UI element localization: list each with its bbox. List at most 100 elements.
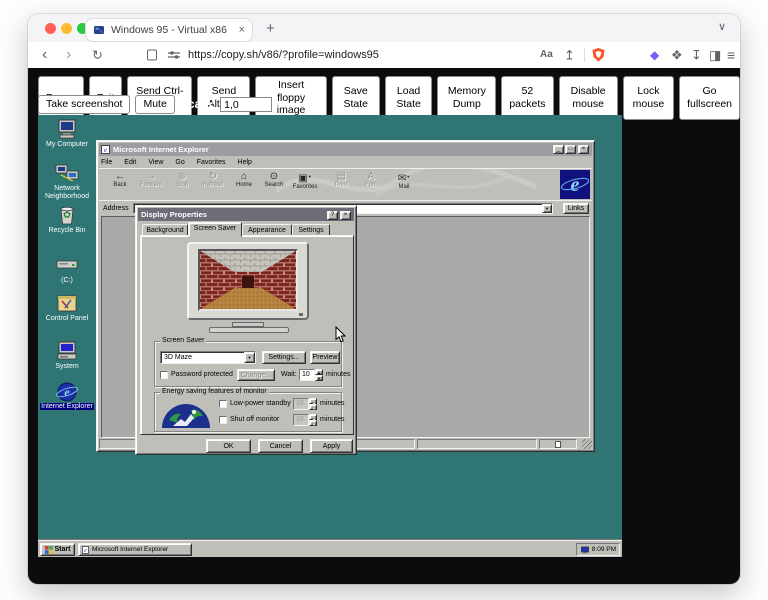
computer-icon	[55, 119, 79, 139]
maximize-icon[interactable]: □	[565, 145, 576, 154]
task-button-ie[interactable]: e Microsoft Internet Explorer	[78, 543, 192, 556]
desktop-icon-network[interactable]: Network Neighborhood	[40, 163, 94, 201]
menu-help[interactable]: Help	[238, 159, 252, 166]
print-button[interactable]: ▤ Print	[326, 171, 356, 188]
change-button[interactable]: Change...	[237, 369, 275, 381]
mail-button[interactable]: ✉▼ Mail	[389, 171, 419, 190]
disable-mouse-button[interactable]: Disable mouse	[559, 76, 618, 120]
apply-button[interactable]: Apply	[310, 439, 353, 453]
ok-button[interactable]: OK	[206, 439, 251, 453]
dialog-title-bar[interactable]: Display Properties ? ×	[138, 208, 354, 221]
maze-preview-image	[200, 251, 296, 309]
svg-text:e: e	[571, 174, 580, 196]
desktop-icon-c-drive[interactable]: (C:)	[40, 255, 94, 285]
tab-screen-saver[interactable]: Screen Saver	[188, 222, 242, 237]
download-icon[interactable]: ↧	[691, 49, 702, 62]
tool-print-icon: ▤	[326, 171, 356, 182]
preview-button[interactable]: Preview	[310, 351, 340, 364]
refresh-button[interactable]: ↻ Refresh	[198, 171, 228, 188]
spin-down-icon[interactable]: ▼	[315, 375, 323, 381]
desktop-icon-system[interactable]: System	[40, 341, 94, 371]
brave-shield-icon[interactable]	[592, 48, 605, 62]
desktop-icon-label: System	[40, 363, 94, 371]
desktop-icon-label: Recycle Bin	[40, 227, 94, 235]
mute-button[interactable]: Mute	[135, 95, 174, 114]
font-button[interactable]: A Font	[356, 171, 386, 188]
tray-clock[interactable]: 8:09 PM	[592, 546, 616, 553]
favorites-button[interactable]: ▣▼ Favorites	[290, 171, 320, 190]
screen-saver-panel: Screen Saver 3D Maze ▼ Settings... Previ…	[140, 235, 354, 435]
back-icon[interactable]: ‹	[42, 47, 47, 63]
status-page-icon	[555, 441, 561, 448]
fullscreen-button[interactable]: Go fullscreen	[679, 76, 740, 120]
tab-favicon	[93, 24, 105, 36]
home-button[interactable]: ⌂ Home	[229, 171, 259, 188]
links-button[interactable]: Links	[563, 203, 589, 214]
screensaver-combobox[interactable]: 3D Maze ▼	[160, 351, 256, 364]
energy-star-logo	[161, 400, 211, 428]
forward-icon[interactable]: ›	[66, 47, 71, 63]
menu-icon[interactable]: ≡	[727, 48, 735, 62]
mac-minimize-button[interactable]	[61, 23, 72, 34]
site-settings-icon[interactable]	[168, 50, 180, 60]
ie-title-bar[interactable]: e Microsoft Internet Explorer _ □ ×	[99, 143, 592, 156]
forward-button[interactable]: → Forward	[136, 171, 166, 188]
minutes-label: minutes	[320, 400, 345, 407]
url-text[interactable]: https://copy.sh/v86/?profile=windows95	[188, 49, 379, 61]
memory-dump-button[interactable]: Memory Dump	[437, 76, 496, 120]
combo-dropdown-icon[interactable]: ▼	[244, 352, 255, 363]
scale-label: Scale:	[180, 97, 215, 111]
menu-edit[interactable]: Edit	[124, 159, 136, 166]
standby-checkbox[interactable]	[219, 400, 227, 408]
translate-icon[interactable]: Aa	[540, 50, 553, 60]
shutoff-label: Shut off monitor	[230, 416, 279, 423]
lock-mouse-button[interactable]: Lock mouse	[623, 76, 674, 120]
minimize-icon[interactable]: _	[553, 145, 564, 154]
tool-forward-icon: →	[136, 171, 166, 182]
menu-file[interactable]: File	[101, 159, 112, 166]
password-checkbox[interactable]	[160, 371, 168, 379]
desktop-icon-control-panel[interactable]: Control Panel	[40, 293, 94, 323]
screenshot-button[interactable]: Take screenshot	[38, 95, 130, 114]
resize-grip[interactable]	[582, 439, 592, 449]
help-icon[interactable]: ?	[327, 211, 338, 220]
wallet-icon[interactable]: ◆	[650, 49, 659, 61]
browser-tab[interactable]: Windows 95 - Virtual x86 ×	[85, 18, 253, 42]
sidebar-icon[interactable]: ◨	[709, 49, 721, 62]
drive-icon	[55, 255, 79, 275]
packets-button[interactable]: 52 packets	[501, 76, 553, 120]
cancel-button[interactable]: Cancel	[258, 439, 303, 453]
menu-go[interactable]: Go	[175, 159, 184, 166]
mouse-cursor	[335, 326, 346, 343]
menu-view[interactable]: View	[148, 159, 163, 166]
scale-input[interactable]: 1,0	[220, 97, 272, 112]
tab-overflow-icon[interactable]: ∨	[718, 22, 726, 33]
close-icon[interactable]: ×	[340, 211, 351, 220]
reload-icon[interactable]: ↻	[92, 49, 103, 62]
wait-spinner[interactable]: 10 ▲ ▼	[299, 369, 323, 381]
back-button[interactable]: ← Back	[105, 171, 135, 188]
desktop-icon-my-computer[interactable]: My Computer	[40, 119, 94, 149]
settings-button[interactable]: Settings...	[262, 351, 306, 364]
search-button[interactable]: ⊙ Search	[259, 171, 289, 188]
desktop-icon-label: Control Panel	[40, 315, 94, 323]
extensions-icon[interactable]: ❖	[671, 49, 683, 62]
load-state-button[interactable]: Load State	[385, 76, 433, 120]
tray-display-icon[interactable]	[581, 546, 589, 554]
shutoff-checkbox[interactable]	[219, 416, 227, 424]
close-icon[interactable]: ×	[578, 145, 589, 154]
tool-stop-icon: ⊗	[167, 171, 197, 182]
save-state-button[interactable]: Save State	[332, 76, 380, 120]
desktop-icon-internet-explorer[interactable]: e Internet Explorer	[40, 381, 94, 411]
address-dropdown-icon[interactable]: ▼	[542, 204, 552, 213]
share-icon[interactable]: ↥	[564, 49, 575, 62]
desktop-icon-recycle-bin[interactable]: Recycle Bin	[40, 205, 94, 235]
new-tab-button[interactable]: +	[266, 21, 275, 36]
mac-close-button[interactable]	[45, 23, 56, 34]
password-label: Password protected	[171, 371, 233, 378]
stop-button[interactable]: ⊗ Stop	[167, 171, 197, 188]
start-button[interactable]: Start	[40, 543, 75, 556]
menu-favorites[interactable]: Favorites	[197, 159, 226, 166]
tab-close-icon[interactable]: ×	[239, 24, 245, 36]
bookmark-icon[interactable]	[147, 50, 157, 61]
